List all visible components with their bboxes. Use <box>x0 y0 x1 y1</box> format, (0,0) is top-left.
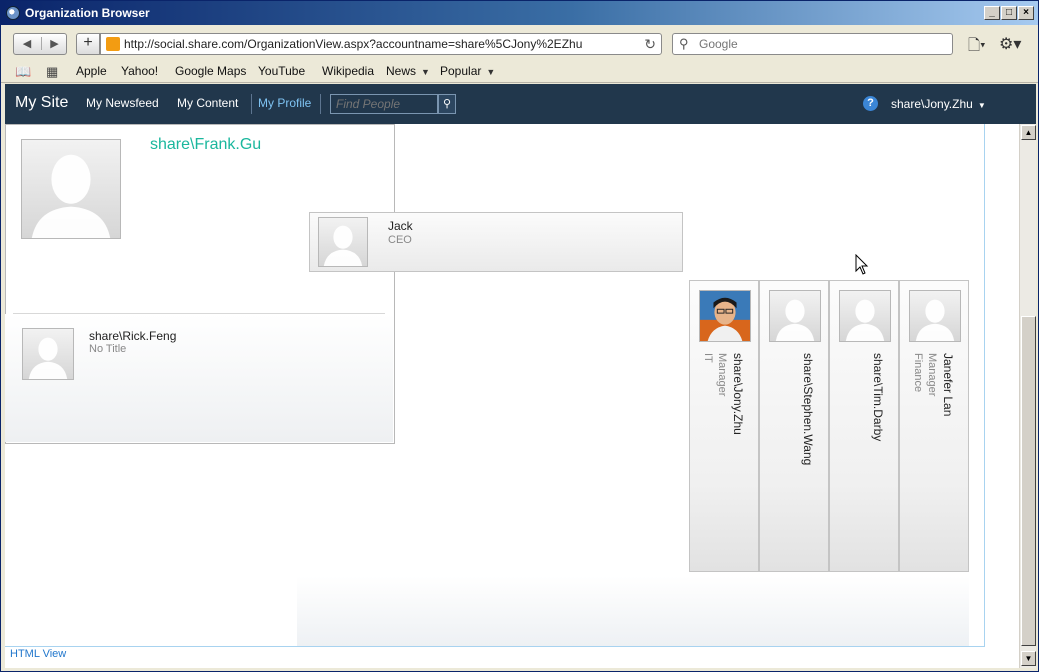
add-bookmark-button[interactable]: + <box>76 33 100 55</box>
bookmark-popular[interactable]: Popular ▼ <box>440 64 495 78</box>
avatar <box>909 290 961 342</box>
peer-card-tim-darby[interactable]: share\Tim.Darby <box>829 280 899 572</box>
mouse-cursor-icon <box>855 254 869 275</box>
avatar <box>21 139 121 239</box>
maximize-button[interactable]: □ <box>1001 6 1017 20</box>
user-menu[interactable]: share\Jony.Zhu ▼ <box>891 97 986 111</box>
content-border <box>5 646 985 647</box>
scroll-up-button[interactable]: ▲ <box>1021 125 1036 140</box>
site-title[interactable]: My Site <box>15 94 68 112</box>
user-photo <box>700 291 750 341</box>
peer-card-janefer-lan[interactable]: Janefer Lan Manager Finance <box>899 280 969 572</box>
peer-department: IT <box>702 353 714 363</box>
browser-window: Organization Browser _ □ × ◀ ▶ + http://… <box>0 0 1039 672</box>
sharepoint-top-nav: My Site My Newsfeed My Content My Profil… <box>5 84 1036 124</box>
person-placeholder-icon <box>28 337 68 379</box>
nav-separator <box>251 94 252 114</box>
nav-my-profile[interactable]: My Profile <box>258 96 311 110</box>
report-name[interactable]: share\Rick.Feng <box>89 329 176 343</box>
html-view-link[interactable]: HTML View <box>10 648 66 660</box>
bookmark-google-maps[interactable]: Google Maps <box>175 64 246 78</box>
avatar <box>699 290 751 342</box>
gear-icon[interactable]: ⚙▾ <box>999 34 1021 54</box>
address-bar[interactable]: http://social.share.com/OrganizationView… <box>100 33 662 55</box>
book-icon[interactable]: 📖 <box>15 64 31 80</box>
peer-name[interactable]: share\Tim.Darby <box>871 353 885 441</box>
close-button[interactable]: × <box>1018 6 1034 20</box>
scroll-down-button[interactable]: ▼ <box>1021 651 1036 666</box>
avatar <box>769 290 821 342</box>
bookmark-apple[interactable]: Apple <box>76 64 107 78</box>
page-menu-icon[interactable]: 🗋▾ <box>968 35 986 60</box>
search-icon: ⚲ <box>679 36 689 51</box>
peer-title: Manager <box>926 353 938 397</box>
user-name: share\Jony.Zhu <box>891 97 973 111</box>
bookmark-news[interactable]: News ▼ <box>386 64 430 78</box>
title-bar: Organization Browser _ □ × <box>1 1 1038 25</box>
focused-person-card[interactable]: share\Frank.Gu share\Rick.Feng No Title <box>5 124 395 444</box>
grid-icon[interactable]: ▦ <box>46 64 58 80</box>
nav-button-group: ◀ ▶ <box>13 33 67 55</box>
org-browser-content: Jack CEO share\Jony.Zhu Manager IT share… <box>5 124 1019 668</box>
bookmark-wikipedia[interactable]: Wikipedia <box>322 64 374 78</box>
peer-name[interactable]: share\Stephen.Wang <box>801 353 815 465</box>
chevron-down-icon: ▼ <box>421 67 430 77</box>
find-people-input[interactable] <box>330 94 438 114</box>
avatar <box>318 217 368 267</box>
peer-card-jony-zhu[interactable]: share\Jony.Zhu Manager IT <box>689 280 759 572</box>
bookmark-yahoo[interactable]: Yahoo! <box>121 64 158 78</box>
avatar <box>839 290 891 342</box>
person-placeholder-icon <box>775 299 815 341</box>
reload-icon[interactable]: ↻ <box>644 36 656 53</box>
content-border <box>984 124 985 647</box>
minimize-button[interactable]: _ <box>984 6 1000 20</box>
manager-title: CEO <box>388 234 412 246</box>
bookmarks-bar: 📖 ▦ Apple Yahoo! Google Maps YouTube Wik… <box>1 61 1038 83</box>
avatar <box>22 328 74 380</box>
peer-title: Manager <box>716 353 728 397</box>
person-placeholder-icon <box>323 225 363 266</box>
nav-separator <box>320 94 321 114</box>
peer-name[interactable]: share\Jony.Zhu <box>731 353 745 435</box>
peer-department: Finance <box>912 353 924 393</box>
scrollbar-thumb[interactable] <box>1021 316 1036 646</box>
nav-my-content[interactable]: My Content <box>177 96 238 110</box>
chart-shadow <box>297 576 969 646</box>
peer-name[interactable]: Janefer Lan <box>941 353 955 416</box>
focused-person-name[interactable]: share\Frank.Gu <box>150 136 261 154</box>
person-placeholder-icon <box>31 154 111 238</box>
browser-toolbar: ◀ ▶ + http://social.share.com/Organizati… <box>1 25 1038 61</box>
help-icon[interactable]: ? <box>863 96 878 111</box>
chevron-down-icon: ▼ <box>977 101 986 110</box>
address-text: http://social.share.com/OrganizationView… <box>124 37 583 51</box>
find-people-button[interactable]: ⚲ <box>438 94 456 114</box>
bookmark-news-label: News <box>386 64 417 78</box>
bookmark-youtube[interactable]: YouTube <box>258 64 305 78</box>
manager-name[interactable]: Jack <box>388 219 413 233</box>
search-icon: ⚲ <box>442 98 452 110</box>
report-title: No Title <box>89 343 127 355</box>
forward-button[interactable]: ▶ <box>41 37 67 50</box>
nav-my-newsfeed[interactable]: My Newsfeed <box>86 96 159 110</box>
site-favicon-icon <box>106 37 120 51</box>
peer-card-stephen-wang[interactable]: share\Stephen.Wang <box>759 280 829 572</box>
bookmark-popular-label: Popular <box>440 64 482 78</box>
divider <box>13 313 385 314</box>
person-placeholder-icon <box>845 299 885 341</box>
chevron-down-icon: ▼ <box>486 67 496 77</box>
person-placeholder-icon <box>915 299 955 341</box>
app-globe-icon <box>6 6 20 20</box>
back-button[interactable]: ◀ <box>14 37 40 50</box>
window-title: Organization Browser <box>25 6 150 20</box>
vertical-scrollbar[interactable]: ▲ ▼ <box>1019 124 1036 668</box>
search-bar[interactable]: ⚲ <box>672 33 953 55</box>
manager-card[interactable]: Jack CEO <box>309 212 683 272</box>
search-input[interactable] <box>699 37 939 51</box>
